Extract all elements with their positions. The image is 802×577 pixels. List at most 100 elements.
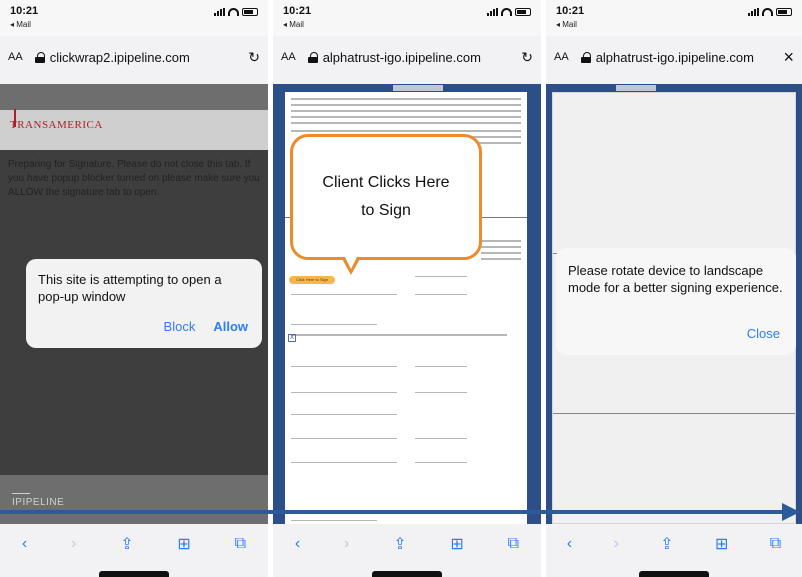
text-size-button[interactable]: AA: [8, 51, 23, 63]
text-line: [291, 438, 397, 439]
back-icon[interactable]: ‹: [567, 535, 572, 553]
signature-line: [291, 462, 397, 463]
text-line: [481, 252, 521, 254]
callout-pointer: [341, 255, 361, 275]
text-line: [291, 130, 521, 132]
text-size-button[interactable]: AA: [281, 51, 296, 63]
text-size-button[interactable]: AA: [554, 51, 569, 63]
document-toolbar: [546, 84, 802, 92]
text-line: [291, 122, 521, 124]
text-line: [481, 240, 521, 242]
back-to-mail-link[interactable]: ◂ Mail: [283, 20, 304, 29]
web-content: Client Clicks Here to Sign Click Here to…: [273, 84, 541, 524]
page-selector[interactable]: [616, 85, 656, 91]
signal-icon: [487, 8, 498, 16]
text-line: [481, 258, 521, 260]
status-bar: 10:21 ◂ Mail: [0, 0, 268, 36]
back-to-mail-link[interactable]: ◂ Mail: [556, 20, 577, 29]
text-line: [291, 414, 397, 415]
bookmarks-icon[interactable]: ⊞: [177, 534, 190, 554]
text-line: [291, 110, 521, 112]
wifi-icon: [501, 8, 512, 16]
share-icon[interactable]: ⇪: [120, 534, 133, 554]
text-line: [415, 438, 467, 439]
text-line: [291, 334, 507, 336]
text-line: [415, 276, 467, 277]
signal-icon: [748, 8, 759, 16]
owner-checkbox[interactable]: X: [288, 334, 296, 342]
tabs-icon[interactable]: ⧉: [508, 535, 519, 553]
reload-icon[interactable]: ↻: [521, 49, 533, 66]
text-line: [291, 116, 521, 118]
bookmarks-icon[interactable]: ⊞: [450, 534, 463, 554]
lock-icon: [307, 51, 318, 63]
popup-actions: Block Allow: [164, 319, 248, 334]
phone-screen-3: 10:21 ◂ Mail AA alphatrust-igo.ipipeline…: [546, 0, 802, 577]
url-text[interactable]: alphatrust-igo.ipipeline.com: [323, 50, 516, 65]
text-line: [415, 366, 467, 367]
forward-icon[interactable]: ›: [613, 535, 618, 553]
page-divider: [553, 413, 795, 414]
lock-icon: [34, 51, 45, 63]
allow-button[interactable]: Allow: [213, 319, 248, 334]
back-to-mail-link[interactable]: ◂ Mail: [10, 20, 31, 29]
flow-arrow: [0, 503, 800, 521]
signature-line: [291, 294, 397, 295]
text-line: [291, 324, 377, 325]
prep-message: Preparing for Signature. Please do not c…: [8, 159, 260, 198]
text-line: [291, 104, 521, 106]
document-toolbar: [273, 84, 541, 92]
date-line: [415, 462, 467, 463]
logo-header: TRANSAMERICA: [0, 109, 268, 150]
callout-text: Client Clicks Here to Sign: [322, 174, 450, 219]
status-bar: 10:21 ◂ Mail: [273, 0, 541, 36]
home-indicator: [372, 571, 442, 577]
forward-icon[interactable]: ›: [344, 535, 349, 553]
transamerica-logo: TRANSAMERICA: [10, 109, 103, 131]
phone-screen-1: 10:21 ◂ Mail AA clickwrap2.ipipeline.com…: [0, 0, 268, 577]
address-bar[interactable]: AA clickwrap2.ipipeline.com ↻: [8, 40, 260, 74]
bookmarks-icon[interactable]: ⊞: [715, 534, 728, 554]
back-icon[interactable]: ‹: [295, 535, 300, 553]
share-icon[interactable]: ⇪: [660, 534, 673, 554]
battery-icon: [515, 8, 531, 16]
share-icon[interactable]: ⇪: [393, 534, 406, 554]
date-line: [415, 294, 467, 295]
text-line: [291, 98, 521, 100]
wifi-icon: [228, 8, 239, 16]
home-indicator: [639, 571, 709, 577]
click-here-to-sign-button[interactable]: Click Here to Sign: [289, 276, 335, 284]
system-icons: [487, 8, 531, 16]
close-button[interactable]: Close: [747, 326, 780, 341]
tabs-icon[interactable]: ⧉: [235, 535, 246, 553]
system-icons: [748, 8, 792, 16]
address-bar[interactable]: AA alphatrust-igo.ipipeline.com ↻: [281, 40, 533, 74]
back-icon[interactable]: ‹: [22, 535, 27, 553]
popup-blocker-dialog: This site is attempting to open a pop-up…: [26, 259, 262, 348]
clock: 10:21: [10, 5, 39, 17]
block-button[interactable]: Block: [164, 319, 196, 334]
safari-toolbar: ‹ › ⇪ ⊞ ⧉: [273, 528, 541, 560]
popup-message: This site is attempting to open a pop-up…: [38, 272, 222, 304]
clock: 10:21: [556, 5, 585, 17]
rotate-device-dialog: Please rotate device to landscape mode f…: [556, 248, 796, 355]
web-content: TRANSAMERICA Preparing for Signature. Pl…: [0, 84, 268, 524]
url-text[interactable]: alphatrust-igo.ipipeline.com: [596, 50, 778, 65]
home-indicator: [99, 571, 169, 577]
tabs-icon[interactable]: ⧉: [770, 535, 781, 553]
text-line: [291, 366, 397, 367]
clock: 10:21: [283, 5, 312, 17]
address-bar[interactable]: AA alphatrust-igo.ipipeline.com ×: [554, 40, 794, 74]
url-text[interactable]: clickwrap2.ipipeline.com: [50, 50, 243, 65]
reload-icon[interactable]: ↻: [248, 49, 260, 66]
signature-line: [291, 392, 397, 393]
forward-icon[interactable]: ›: [71, 535, 76, 553]
system-icons: [214, 8, 258, 16]
web-content: Please rotate device to landscape mode f…: [546, 84, 802, 524]
safari-toolbar: ‹ › ⇪ ⊞ ⧉: [546, 528, 802, 560]
close-icon[interactable]: ×: [783, 47, 794, 68]
text-line: [481, 246, 521, 248]
page-selector[interactable]: [393, 85, 443, 91]
battery-icon: [776, 8, 792, 16]
wifi-icon: [762, 8, 773, 16]
